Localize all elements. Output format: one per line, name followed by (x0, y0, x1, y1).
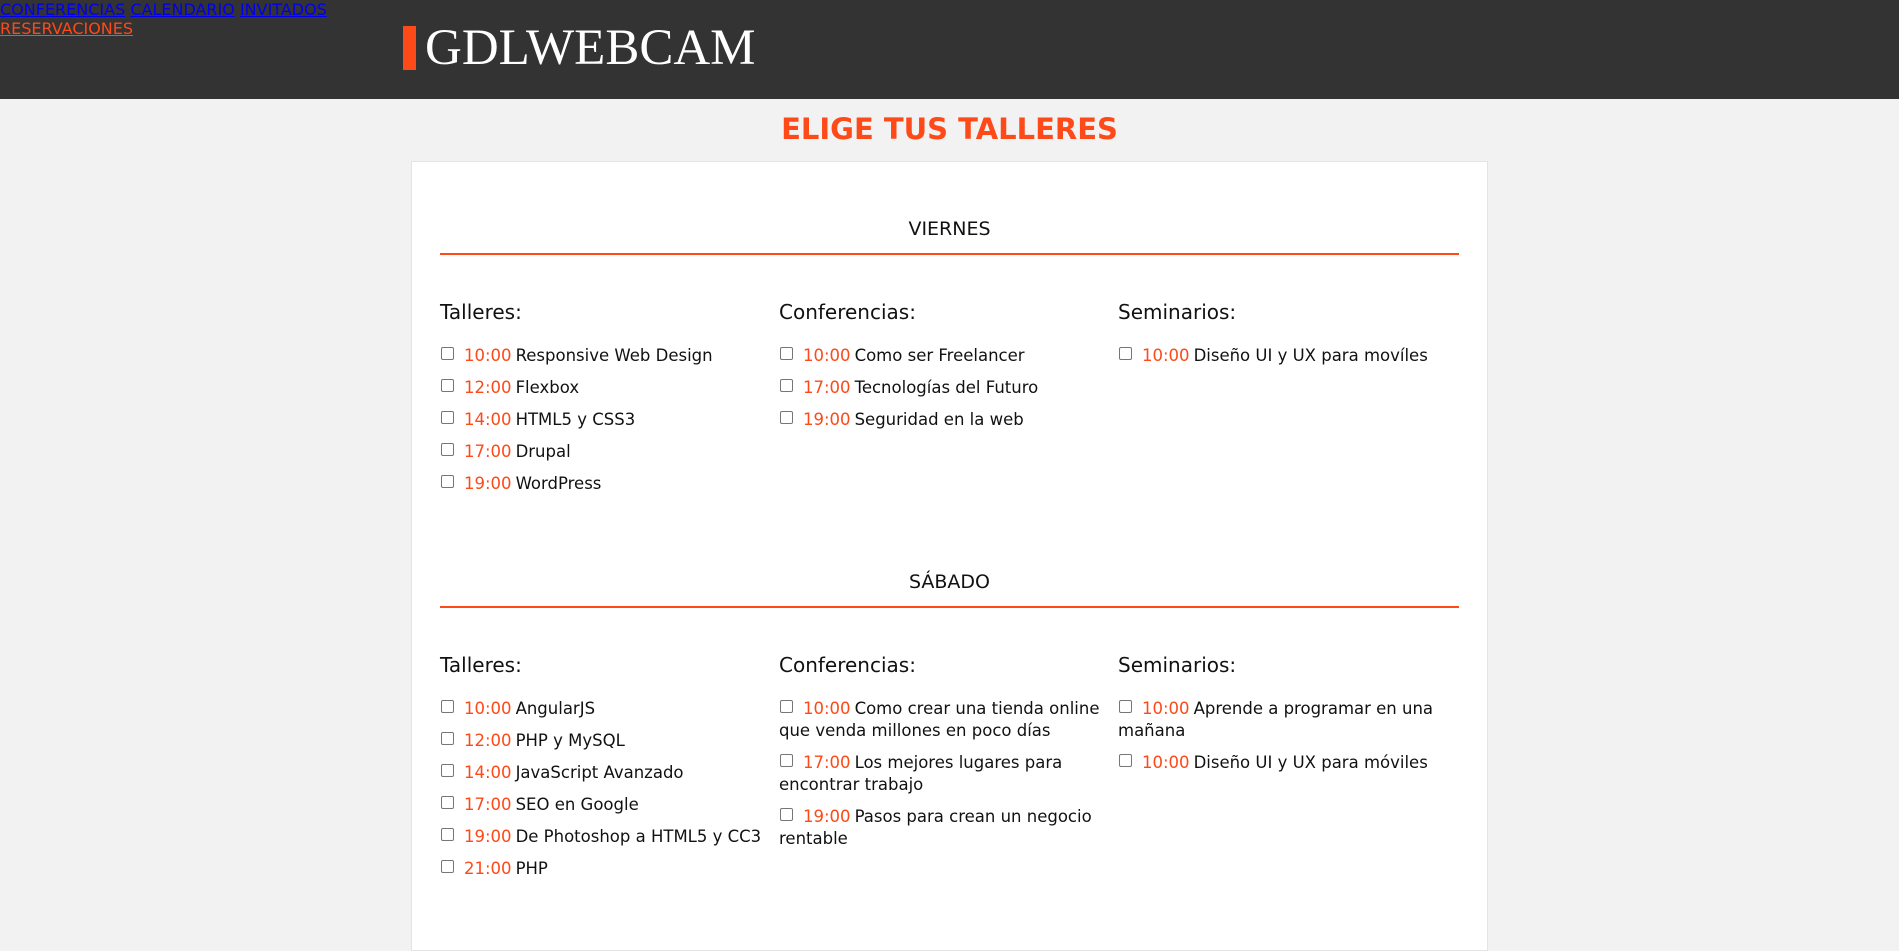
event-checkbox[interactable] (1119, 347, 1132, 360)
event-label: Diseño UI y UX para movíles (1193, 346, 1428, 365)
event-time: 10:00 (464, 699, 512, 718)
event-label: De Photoshop a HTML5 y CC3 (515, 827, 762, 846)
event-time: 14:00 (464, 763, 512, 782)
event-option[interactable]: 14:00 JavaScript Avanzado (440, 762, 776, 784)
event-label: WordPress (515, 474, 602, 493)
event-checkbox[interactable] (441, 347, 454, 360)
event-checkbox[interactable] (441, 379, 454, 392)
day-title-sabado: SÁBADO (908, 571, 991, 593)
event-time: 10:00 (803, 699, 851, 718)
event-checkbox[interactable] (780, 379, 793, 392)
event-option[interactable]: 10:00 Diseño UI y UX para móviles (1118, 752, 1454, 774)
event-option[interactable]: 17:00 SEO en Google (440, 794, 776, 816)
page-title: ELIGE TUS TALLERES (781, 112, 1118, 146)
event-option[interactable]: 10:00 Responsive Web Design (440, 345, 776, 367)
event-time: 17:00 (803, 378, 851, 397)
event-label: Seguridad en la web (854, 410, 1024, 429)
main-nav: CONFERENCIAS CALENDARIO INVITADOS RESERV… (0, 0, 1899, 38)
event-label: PHP (515, 859, 548, 878)
event-checkbox[interactable] (780, 808, 793, 821)
nav-link-invitados[interactable]: INVITADOS (240, 0, 327, 19)
day-title-viernes: VIERNES (908, 218, 991, 240)
event-time: 19:00 (803, 410, 851, 429)
event-time: 19:00 (464, 827, 512, 846)
event-checkbox[interactable] (441, 732, 454, 745)
event-option[interactable]: 17:00 Drupal (440, 441, 776, 463)
event-option[interactable]: 19:00 Pasos para crean un negocio rentabl… (779, 806, 1115, 850)
event-time: 10:00 (464, 346, 512, 365)
event-checkbox[interactable] (780, 347, 793, 360)
event-checkbox[interactable] (441, 475, 454, 488)
column-heading-conferencias: Conferencias: (779, 300, 916, 324)
event-time: 19:00 (464, 474, 512, 493)
column-heading-seminarios: Seminarios: (1118, 653, 1237, 677)
event-checkbox[interactable] (441, 796, 454, 809)
column-heading-seminarios: Seminarios: (1118, 300, 1237, 324)
event-time: 17:00 (464, 795, 512, 814)
top-navigation-bar: GDLWEBCAM CONFERENCIAS CALENDARIO INVITA… (0, 0, 1899, 99)
site-logo[interactable]: GDLWEBCAM (403, 18, 756, 78)
event-time: 17:00 (803, 753, 851, 772)
event-time: 12:00 (464, 378, 512, 397)
event-option[interactable]: 21:00 PHP (440, 858, 776, 880)
event-checkbox[interactable] (1119, 700, 1132, 713)
event-checkbox[interactable] (780, 700, 793, 713)
event-option[interactable]: 12:00 Flexbox (440, 377, 776, 399)
event-label: Responsive Web Design (515, 346, 713, 365)
event-time: 19:00 (803, 807, 851, 826)
event-checkbox[interactable] (441, 764, 454, 777)
logo-text: GDLWEBCAM (425, 20, 756, 76)
event-label: PHP y MySQL (515, 731, 625, 750)
event-time: 10:00 (1142, 699, 1190, 718)
event-time: 10:00 (803, 346, 851, 365)
nav-link-calendario[interactable]: CALENDARIO (130, 0, 235, 19)
event-time: 10:00 (1142, 753, 1190, 772)
column-heading-conferencias: Conferencias: (779, 653, 916, 677)
event-option[interactable]: 10:00 Como ser Freelancer (779, 345, 1115, 367)
event-label: JavaScript Avanzado (515, 763, 684, 782)
event-time: 12:00 (464, 731, 512, 750)
event-option[interactable]: 10:00 Aprende a programar en una mañana (1118, 698, 1454, 742)
logo-accent-bar (403, 26, 416, 70)
event-label: Drupal (515, 442, 571, 461)
event-option[interactable]: 19:00 WordPress (440, 473, 776, 495)
event-time: 10:00 (1142, 346, 1190, 365)
event-option[interactable]: 17:00 Los mejores lugares para encontrar … (779, 752, 1115, 796)
event-label: AngularJS (515, 699, 596, 718)
event-option[interactable]: 19:00 De Photoshop a HTML5 y CC3 (440, 826, 776, 848)
event-checkbox[interactable] (780, 411, 793, 424)
event-checkbox[interactable] (780, 754, 793, 767)
event-label: SEO en Google (515, 795, 639, 814)
event-time: 17:00 (464, 442, 512, 461)
nav-link-conferencias[interactable]: CONFERENCIAS (0, 0, 125, 19)
event-checkbox[interactable] (441, 860, 454, 873)
event-checkbox[interactable] (441, 411, 454, 424)
event-checkbox[interactable] (1119, 754, 1132, 767)
event-label: Como ser Freelancer (854, 346, 1025, 365)
event-label: Flexbox (515, 378, 580, 397)
event-option[interactable]: 10:00 AngularJS (440, 698, 776, 720)
nav-link-reservaciones[interactable]: RESERVACIONES (0, 19, 133, 38)
event-option[interactable]: 12:00 PHP y MySQL (440, 730, 776, 752)
event-label: Diseño UI y UX para móviles (1193, 753, 1428, 772)
event-checkbox[interactable] (441, 700, 454, 713)
event-label: HTML5 y CSS3 (515, 410, 636, 429)
event-time: 21:00 (464, 859, 512, 878)
event-option[interactable]: 10:00 Como crear una tienda online que ve… (779, 698, 1115, 742)
column-heading-talleres: Talleres: (440, 653, 522, 677)
event-checkbox[interactable] (441, 828, 454, 841)
day-divider (440, 606, 1459, 608)
event-option[interactable]: 17:00 Tecnologías del Futuro (779, 377, 1115, 399)
day-divider (440, 253, 1459, 255)
column-heading-talleres: Talleres: (440, 300, 522, 324)
event-option[interactable]: 19:00 Seguridad en la web (779, 409, 1115, 431)
event-option[interactable]: 14:00 HTML5 y CSS3 (440, 409, 776, 431)
event-label: Tecnologías del Futuro (854, 378, 1039, 397)
event-time: 14:00 (464, 410, 512, 429)
event-checkbox[interactable] (441, 443, 454, 456)
event-option[interactable]: 10:00 Diseño UI y UX para movíles (1118, 345, 1454, 367)
